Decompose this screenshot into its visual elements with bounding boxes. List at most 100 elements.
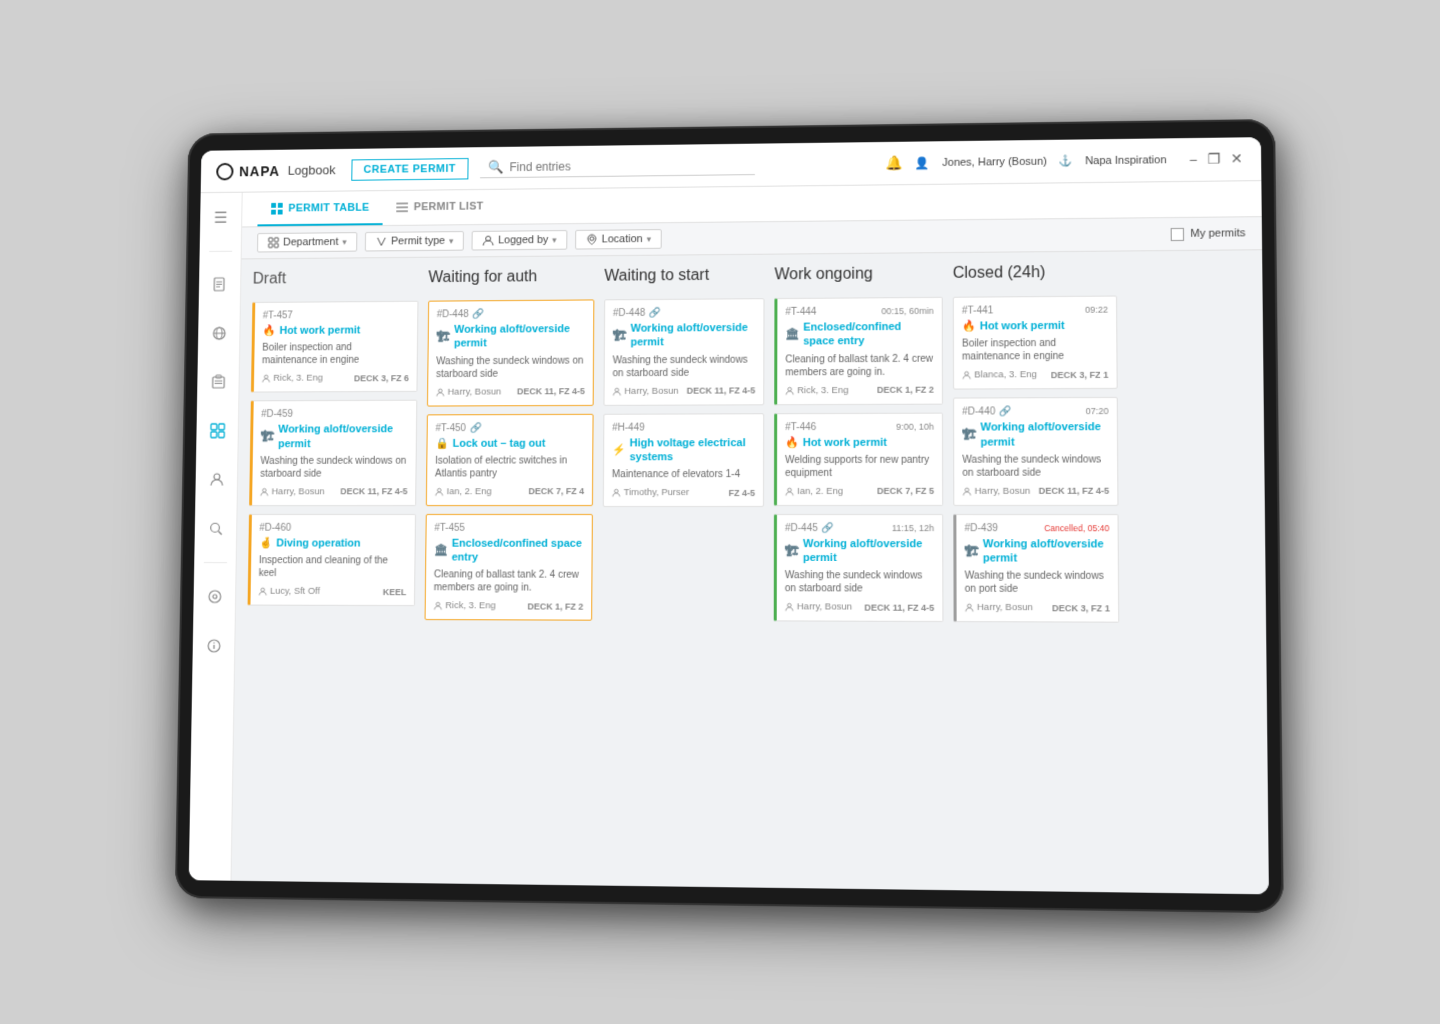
chevron-down-icon: ▾ [342, 237, 347, 248]
bell-icon[interactable]: 🔔 [886, 155, 903, 172]
close-button[interactable]: ✕ [1229, 150, 1245, 167]
card-d448-start[interactable]: #D-448 🔗 🏗 Working aloft/overside permit… [603, 298, 764, 405]
logo-logbook: Logbook [288, 163, 336, 178]
card-footer-t446: Ian, 2. Eng DECK 7, FZ 5 [785, 486, 934, 497]
tablet-frame: NAPA Logbook CREATE PERMIT 🔍 🔔 👤 Jones, … [175, 119, 1284, 913]
content-area: PERMIT TABLE PERMIT LIST [231, 181, 1268, 894]
card-time-t446: 9:00, 10h [896, 421, 934, 431]
sidebar-item-grid[interactable] [202, 415, 233, 446]
sidebar-item-doc[interactable] [204, 269, 235, 300]
card-user-t441: Blanca, 3. Eng [962, 369, 1037, 380]
fire-icon: 🔥 [262, 324, 275, 338]
chevron-down-icon-3: ▾ [552, 235, 557, 246]
sidebar-item-user[interactable] [201, 464, 232, 495]
tab-permit-table[interactable]: PERMIT TABLE [257, 191, 383, 226]
card-d460[interactable]: #D-460 🤞 Diving operation Inspection and… [248, 514, 416, 606]
card-location-d460: KEEL [383, 587, 407, 597]
column-waiting-start: Waiting to start #D-448 🔗 🏗 Working alof… [600, 267, 764, 876]
sidebar-divider-1 [209, 251, 232, 252]
card-footer-t441: Blanca, 3. Eng DECK 3, FZ 1 [962, 369, 1108, 381]
my-permits-area: My permits [1171, 227, 1246, 241]
card-user-d448-auth: Harry, Bosun [436, 386, 501, 397]
card-title-d459: 🏗 Working aloft/overside permit [261, 423, 409, 451]
maximize-button[interactable]: ❐ [1205, 151, 1222, 168]
card-user-t444: Rick, 3. Eng [785, 385, 848, 396]
card-location-t441: DECK 3, FZ 1 [1051, 370, 1109, 380]
card-user-d445: Harry, Bosun [785, 602, 852, 613]
card-location-t446: DECK 7, FZ 5 [877, 486, 934, 496]
kanban-board: Draft #T-457 🔥 Hot work permit Boiler in… [231, 250, 1268, 894]
building-icon-d448s: 🏗 [613, 329, 627, 343]
card-footer-h449: Timothy, Purser FZ 4-5 [612, 487, 755, 498]
card-footer-d448-auth: Harry, Bosun DECK 11, FZ 4-5 [436, 386, 585, 397]
card-d459[interactable]: #D-459 🏗 Working aloft/overside permit W… [249, 400, 417, 506]
confined-icon-t444: 🏛 [785, 328, 799, 342]
card-title-t444: 🏛 Enclosed/confined space entry [785, 320, 933, 349]
search-input[interactable] [510, 157, 748, 174]
card-d439[interactable]: Cancelled, 05:40 #D-439 🏗 Working aloft/… [953, 514, 1119, 623]
card-d448-auth[interactable]: #D-448 🔗 🏗 Working aloft/overside permit… [427, 299, 594, 406]
search-icon: 🔍 [488, 160, 504, 176]
card-t444[interactable]: 00:15, 60min #T-444 🏛 Enclosed/confined … [774, 297, 943, 405]
sidebar-item-clipboard[interactable] [202, 366, 233, 397]
filter-permit-type[interactable]: Permit type ▾ [365, 231, 464, 251]
electric-icon: ⚡ [612, 443, 626, 457]
filter-location-label: Location [602, 233, 643, 245]
building-icon-d439: 🏗 [965, 544, 979, 558]
fire-icon-t446: 🔥 [785, 436, 799, 450]
building-icon-d459: 🏗 [261, 430, 275, 444]
card-t455[interactable]: #T-455 🏛 Enclosed/confined space entry C… [425, 514, 593, 621]
card-footer-d448-start: Harry, Bosun DECK 11, FZ 4-5 [612, 385, 755, 397]
card-d440[interactable]: 07:20 #D-440 🔗 🏗 Working aloft/overside … [953, 397, 1118, 506]
card-id-d460: #D-460 [259, 523, 407, 534]
card-footer-d460: Lucy, Sft Off KEEL [258, 586, 406, 597]
sidebar-item-info[interactable] [198, 630, 229, 662]
card-id-d448-start: #D-448 🔗 [613, 307, 756, 319]
card-user-d459: Harry, Bosun [260, 486, 325, 497]
sidebar-item-globe[interactable] [203, 318, 234, 349]
card-id-h449: #H-449 [612, 422, 755, 433]
card-t457[interactable]: #T-457 🔥 Hot work permit Boiler inspecti… [251, 301, 419, 393]
card-location-d459: DECK 11, FZ 4-5 [340, 487, 407, 497]
sidebar-item-search[interactable] [200, 513, 231, 544]
card-desc-t444: Cleaning of ballast tank 2. 4 crew membe… [785, 352, 934, 379]
card-location-d448-start: DECK 11, FZ 4-5 [687, 386, 756, 396]
filter-department[interactable]: Department ▾ [257, 232, 357, 252]
card-id-d459: #D-459 [261, 409, 408, 420]
card-id-t455: #T-455 [434, 523, 584, 534]
filter-location[interactable]: Location ▾ [575, 229, 662, 249]
link-icon-t450: 🔗 [470, 423, 482, 434]
sidebar-item-menu[interactable]: ☰ [205, 202, 236, 233]
card-time-d440: 07:20 [1086, 406, 1109, 416]
sidebar-item-tools[interactable] [199, 581, 230, 613]
create-permit-button[interactable]: CREATE PERMIT [351, 158, 469, 181]
card-t450[interactable]: #T-450 🔗 🔒 Lock out – tag out Isolation … [426, 413, 594, 506]
top-bar-right: 🔔 👤 Jones, Harry (Bosun) ⚓ Napa Inspirat… [886, 150, 1245, 171]
card-t446[interactable]: 9:00, 10h #T-446 🔥 Hot work permit Weldi… [774, 412, 943, 506]
card-footer-t457: Rick, 3. Eng DECK 3, FZ 6 [262, 373, 409, 384]
card-t441[interactable]: 09:22 #T-441 🔥 Hot work permit Boiler in… [953, 296, 1118, 390]
my-permits-checkbox[interactable] [1171, 227, 1184, 240]
card-h449[interactable]: #H-449 ⚡ High voltage electrical systems… [603, 413, 764, 507]
card-title-d448-auth: 🏗 Working aloft/overside permit [436, 322, 585, 351]
tab-permit-list[interactable]: PERMIT LIST [383, 190, 498, 225]
card-desc-d445: Washing the sundeck windows on starboard… [785, 570, 934, 597]
filter-logged-by[interactable]: Logged by ▾ [472, 230, 568, 250]
card-location-d448-auth: DECK 11, FZ 4-5 [517, 386, 585, 396]
card-location-t450: DECK 7, FZ 4 [528, 487, 584, 497]
column-work-ongoing: Work ongoing 00:15, 60min #T-444 🏛 Enclo… [773, 265, 944, 878]
card-time-t444: 00:15, 60min [881, 306, 933, 316]
card-location-d440: DECK 11, FZ 4-5 [1039, 486, 1110, 496]
card-footer-t444: Rick, 3. Eng DECK 1, FZ 2 [785, 384, 934, 396]
column-closed-header: Closed (24h) [953, 264, 1117, 289]
lock-icon: 🔒 [435, 437, 449, 451]
card-location-d439: DECK 3, FZ 1 [1052, 603, 1110, 613]
card-user-d460: Lucy, Sft Off [258, 586, 320, 597]
card-user-t446: Ian, 2. Eng [785, 486, 843, 497]
card-d445[interactable]: 11:15, 12h #D-445 🔗 🏗 Working aloft/over… [774, 514, 944, 623]
column-draft-header: Draft [253, 270, 419, 295]
napa-logo-circle [216, 162, 233, 180]
column-waiting-auth: Waiting for auth #D-448 🔗 🏗 Working alof… [422, 268, 595, 873]
minimize-button[interactable]: − [1187, 151, 1200, 167]
card-title-h449: ⚡ High voltage electrical systems [612, 436, 755, 465]
